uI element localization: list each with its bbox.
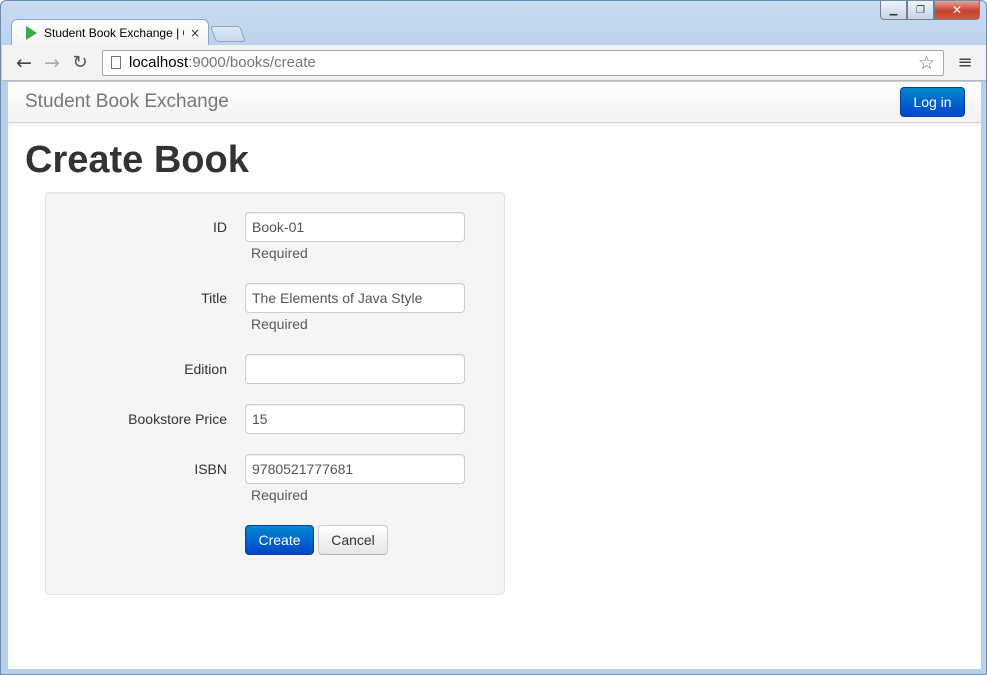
browser-window: ▁ ❐ ✕ Student Book Exchange | C × ← → ↻ …	[0, 0, 987, 675]
brand-link[interactable]: Student Book Exchange	[25, 91, 229, 113]
page-icon	[111, 56, 121, 69]
page-title: Create Book	[25, 139, 249, 181]
title-input[interactable]	[245, 283, 465, 313]
reload-icon[interactable]: ↻	[66, 52, 94, 73]
page-viewport: Student Book Exchange Log in Create Book…	[8, 82, 981, 669]
id-input[interactable]	[245, 212, 465, 242]
arrow-right-icon[interactable]: →	[38, 52, 66, 74]
title-label: Title	[201, 290, 227, 306]
id-help: Required	[251, 245, 308, 261]
close-window-button[interactable]: ✕	[934, 1, 980, 20]
tab-close-icon[interactable]: ×	[190, 26, 200, 40]
maximize-button[interactable]: ❐	[907, 1, 934, 20]
window-controls: ▁ ❐ ✕	[880, 1, 980, 20]
play-favicon-icon	[26, 26, 37, 40]
navbar: Student Book Exchange Log in	[8, 82, 981, 123]
browser-tab[interactable]: Student Book Exchange | C ×	[11, 19, 209, 46]
login-button[interactable]: Log in	[900, 87, 965, 117]
price-label: Bookstore Price	[128, 411, 227, 427]
isbn-label: ISBN	[194, 461, 227, 477]
edition-label: Edition	[184, 361, 227, 377]
new-tab-button[interactable]	[210, 26, 246, 42]
title-help: Required	[251, 316, 308, 332]
id-label: ID	[213, 219, 227, 235]
create-book-form: ID Required Title Required Edition Books…	[45, 192, 505, 595]
minimize-button[interactable]: ▁	[880, 1, 907, 20]
tab-title: Student Book Exchange | C	[44, 26, 184, 40]
isbn-input[interactable]	[245, 454, 465, 484]
tab-strip: Student Book Exchange | C ×	[11, 19, 311, 46]
cancel-button[interactable]: Cancel	[318, 525, 388, 555]
price-input[interactable]	[245, 404, 465, 434]
arrow-left-icon[interactable]: ←	[10, 52, 38, 74]
star-icon[interactable]: ☆	[918, 52, 935, 74]
browser-toolbar: ← → ↻ localhost :9000/books/create ☆ ≡	[2, 45, 986, 81]
address-bar[interactable]: localhost :9000/books/create ☆	[102, 49, 944, 76]
url-path: :9000/books/create	[188, 54, 316, 71]
edition-input[interactable]	[245, 354, 465, 384]
url-host: localhost	[129, 54, 189, 71]
isbn-help: Required	[251, 487, 308, 503]
create-button[interactable]: Create	[245, 525, 314, 555]
menu-icon[interactable]: ≡	[950, 52, 980, 73]
